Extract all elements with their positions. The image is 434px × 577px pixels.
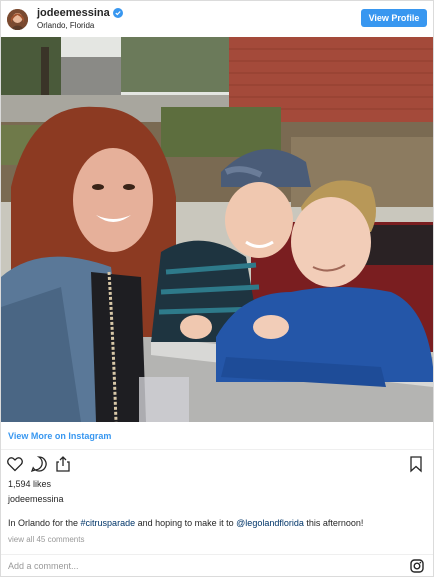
view-more-link[interactable]: View More on Instagram (8, 431, 111, 441)
avatar-image (7, 8, 28, 30)
add-comment-input[interactable] (8, 561, 388, 571)
location-link[interactable]: Orlando, Florida (37, 20, 123, 32)
caption-text: In Orlando for the #citrusparade and hop… (8, 518, 363, 528)
bookmark-icon[interactable] (407, 455, 425, 473)
caption-prefix: In Orlando for the (8, 518, 81, 528)
instagram-embed-card: jodeemessina Orlando, Florida View Profi… (0, 0, 434, 577)
view-all-comments-link[interactable]: view all 45 comments (8, 535, 84, 544)
post-photo-image (1, 37, 433, 422)
avatar[interactable] (7, 8, 28, 30)
share-icon[interactable] (54, 455, 72, 473)
likes-count[interactable]: 1,594 likes (8, 479, 51, 489)
caption-middle: and hoping to make it to (135, 518, 237, 528)
hashtag-link[interactable]: #citrusparade (81, 518, 136, 528)
mention-link[interactable]: @legolandflorida (236, 518, 304, 528)
caption-suffix: this afternoon! (303, 518, 364, 528)
instagram-logo-icon[interactable] (410, 559, 424, 573)
comment-icon[interactable] (30, 455, 48, 473)
heart-icon[interactable] (6, 455, 24, 473)
verified-badge-icon (112, 7, 123, 18)
username[interactable]: jodeemessina (37, 7, 110, 19)
view-profile-button[interactable]: View Profile (361, 9, 427, 27)
post-header: jodeemessina Orlando, Florida View Profi… (1, 1, 433, 37)
caption-username[interactable]: jodeemessina (8, 494, 64, 504)
username-row: jodeemessina (37, 7, 123, 19)
view-more-bar: View More on Instagram (1, 422, 433, 450)
post-photo[interactable] (1, 37, 433, 422)
user-info: jodeemessina Orlando, Florida (37, 7, 123, 32)
action-bar (1, 453, 433, 475)
comment-bar (1, 554, 433, 577)
